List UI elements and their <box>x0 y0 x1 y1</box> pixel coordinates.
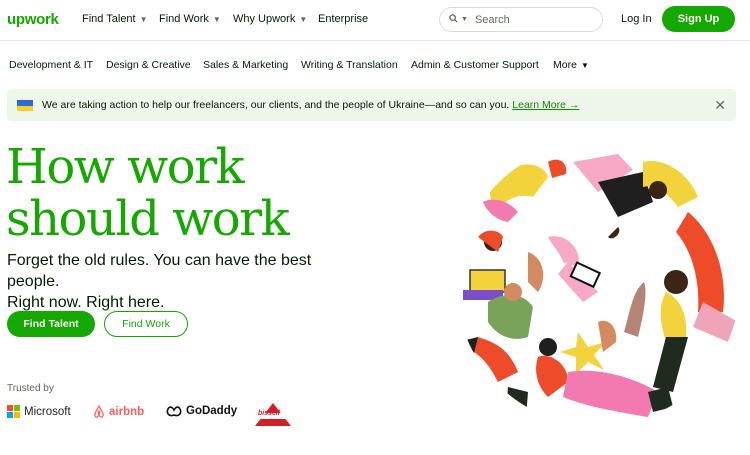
category-more-label: More <box>553 59 577 71</box>
category-more[interactable]: More ▼ <box>553 59 589 71</box>
hero-subtitle-line1: Forget the old rules. You can have the b… <box>7 252 312 290</box>
microsoft-logo: Microsoft <box>7 405 71 418</box>
banner-message: We are taking action to help our freelan… <box>42 99 510 111</box>
trusted-by-label: Trusted by <box>7 383 54 394</box>
nav-why-upwork-label: Why Upwork <box>233 13 296 25</box>
nav-find-talent[interactable]: Find Talent ▼ <box>82 13 148 25</box>
hero-subtitle-line2: Right now. Right here. <box>7 294 165 311</box>
top-navigation: upwork Find Talent ▼ Find Work ▼ Why Upw… <box>0 0 750 40</box>
close-icon[interactable]: ✕ <box>714 97 726 114</box>
hero-title-line1: How work <box>6 139 245 195</box>
nav-enterprise[interactable]: Enterprise <box>318 13 368 25</box>
nav-find-work-label: Find Work <box>159 13 209 25</box>
chevron-down-icon: ▼ <box>580 60 589 70</box>
bissell-logo: bissell <box>254 402 292 427</box>
announcement-banner: We are taking action to help our freelan… <box>7 89 736 121</box>
airbnb-logo-mark <box>94 405 104 418</box>
chevron-down-icon: ▼ <box>212 14 221 24</box>
nav-enterprise-label: Enterprise <box>318 13 369 25</box>
category-sales-marketing[interactable]: Sales & Marketing <box>203 59 288 71</box>
banner-learn-more-link[interactable]: Learn More → <box>512 99 579 111</box>
airbnb-logo-text: airbnb <box>109 405 145 418</box>
banner-text: We are taking action to help our freelan… <box>42 99 579 111</box>
hero-title: How work should work <box>6 141 326 245</box>
login-link[interactable]: Log In <box>621 13 652 25</box>
chevron-down-icon: ▼ <box>139 14 148 24</box>
search-icon <box>449 13 458 26</box>
category-admin-support[interactable]: Admin & Customer Support <box>411 59 539 71</box>
godaddy-logo-mark <box>166 406 182 417</box>
signup-button[interactable]: Sign Up <box>662 6 735 32</box>
category-design-creative[interactable]: Design & Creative <box>106 59 191 71</box>
search-placeholder: Search <box>474 13 510 26</box>
microsoft-logo-text: Microsoft <box>24 405 71 418</box>
ukraine-flag-icon <box>17 100 33 111</box>
bissell-logo-text: bissell <box>258 410 280 417</box>
category-development-it[interactable]: Development & IT <box>9 59 93 71</box>
nav-find-work[interactable]: Find Work ▼ <box>159 13 221 25</box>
header-divider <box>0 40 750 41</box>
godaddy-logo: GoDaddy <box>166 405 237 417</box>
chevron-down-icon: ▼ <box>299 14 308 24</box>
hero-subtitle: Forget the old rules. You can have the b… <box>7 250 347 313</box>
hero-title-line2: should work <box>6 191 290 247</box>
category-writing-translation[interactable]: Writing & Translation <box>301 59 398 71</box>
nav-find-talent-label: Find Talent <box>82 13 136 25</box>
microsoft-logo-mark <box>7 405 20 418</box>
hero-illustration <box>456 142 740 426</box>
search-input[interactable]: ▼ Search <box>439 7 603 32</box>
nav-why-upwork[interactable]: Why Upwork ▼ <box>233 13 307 25</box>
chevron-down-icon[interactable]: ▼ <box>461 16 468 23</box>
godaddy-logo-text: GoDaddy <box>186 405 238 417</box>
airbnb-logo: airbnb <box>93 405 144 418</box>
upwork-logo[interactable]: upwork <box>7 11 59 28</box>
find-work-button[interactable]: Find Work <box>104 311 188 337</box>
find-talent-button[interactable]: Find Talent <box>7 311 95 337</box>
